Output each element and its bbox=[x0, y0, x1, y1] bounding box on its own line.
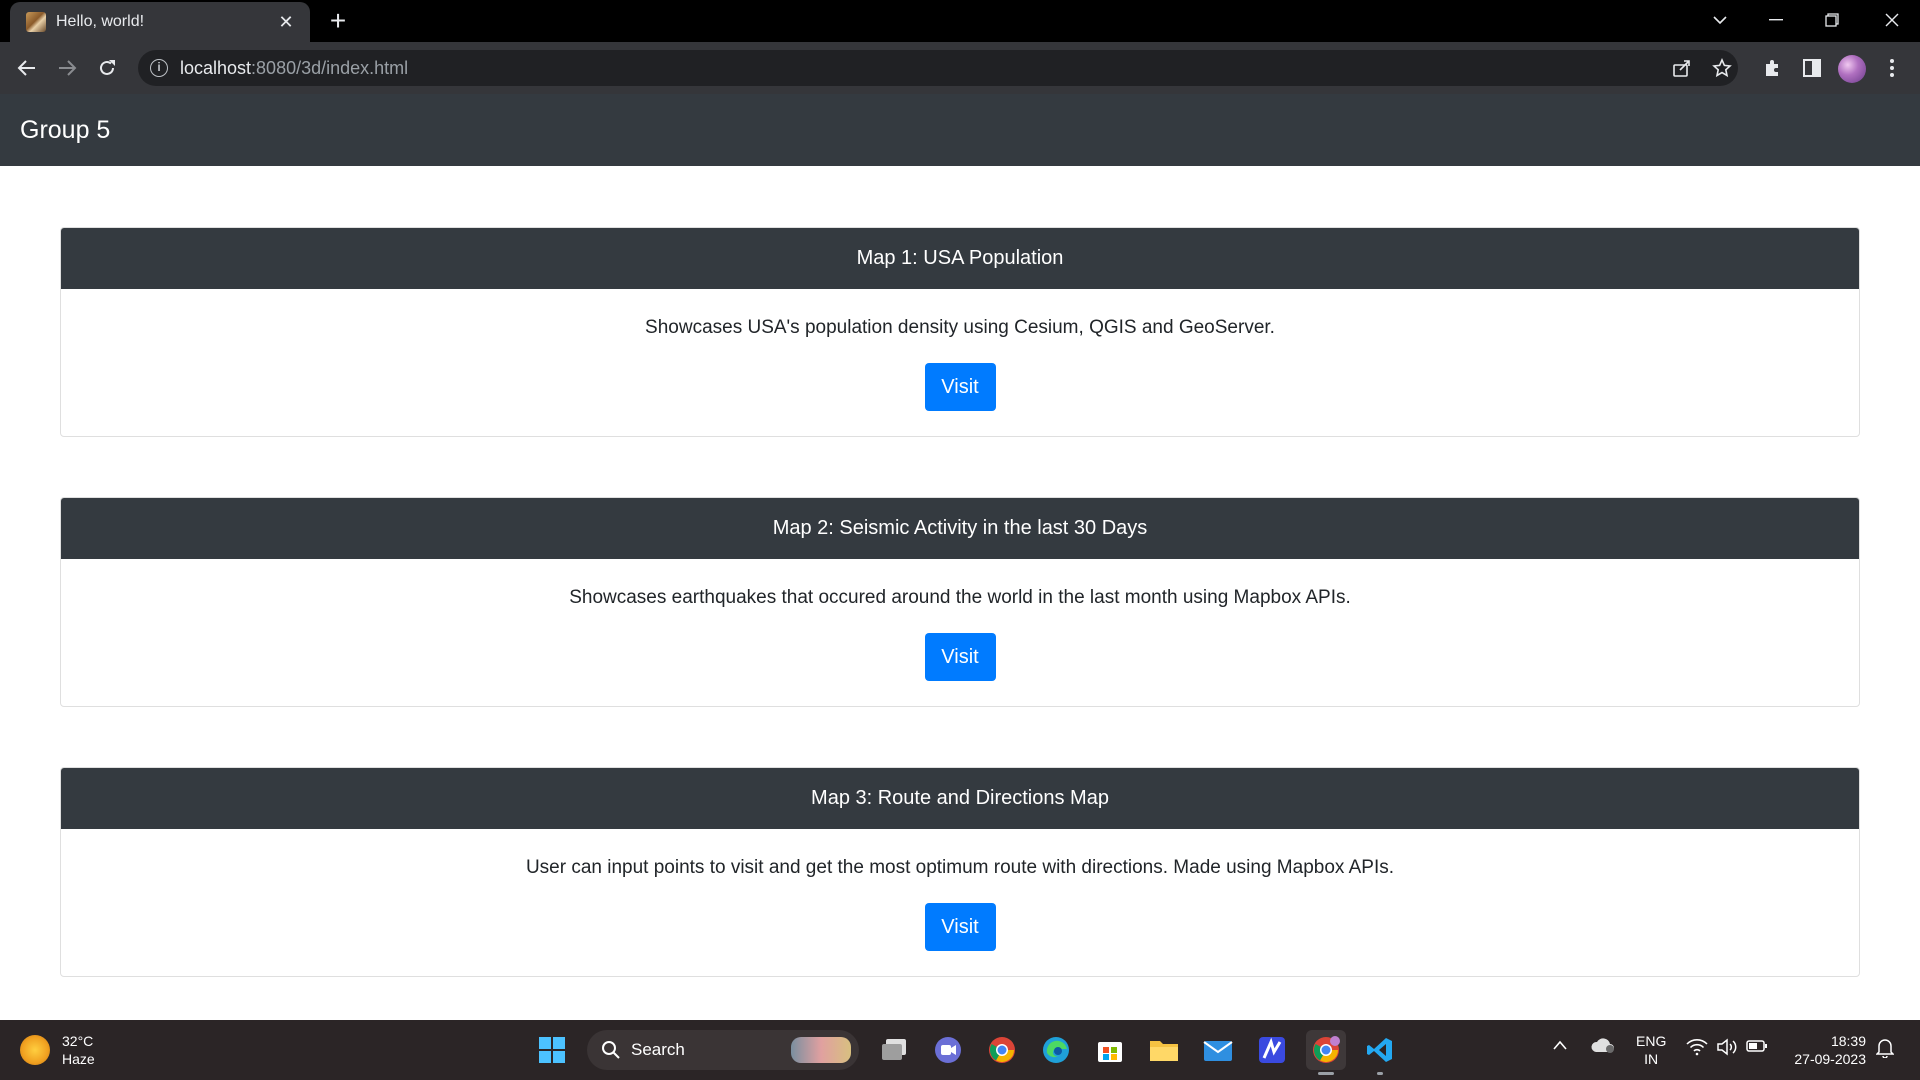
vscode-icon[interactable] bbox=[1360, 1030, 1400, 1075]
language-indicator[interactable]: ENG IN bbox=[1636, 1032, 1666, 1068]
visit-button-map-2[interactable]: Visit bbox=[924, 633, 996, 681]
url-host: localhost bbox=[180, 57, 252, 78]
card-description: User can input points to visit and get t… bbox=[525, 857, 1395, 878]
card-title: Map 3: Route and Directions Map bbox=[61, 768, 1859, 829]
menu-kebab-icon[interactable] bbox=[1876, 52, 1908, 84]
restore-button[interactable] bbox=[1804, 0, 1860, 40]
powerautomate-app-icon[interactable] bbox=[1252, 1030, 1292, 1070]
search-highlight-image bbox=[791, 1037, 851, 1063]
onedrive-cloud-icon[interactable] bbox=[1590, 1036, 1616, 1057]
visit-button-map-1[interactable]: Visit bbox=[924, 363, 996, 411]
clock-date: 27-09-2023 bbox=[1794, 1051, 1866, 1067]
task-view-icon[interactable] bbox=[874, 1030, 914, 1070]
browser-toolbar: i localhost:8080/3d/index.html bbox=[0, 42, 1920, 94]
map-card-2: Map 2: Seismic Activity in the last 30 D… bbox=[60, 497, 1860, 707]
url-path: :8080/3d/index.html bbox=[251, 57, 409, 78]
weather-haze-icon bbox=[20, 1035, 50, 1065]
taskbar-pinned-apps: Search bbox=[525, 1026, 1407, 1075]
weather-description: Haze bbox=[62, 1051, 95, 1067]
card-title: Map 1: USA Population bbox=[61, 228, 1859, 289]
search-label: Search bbox=[631, 1040, 685, 1059]
share-icon[interactable] bbox=[1666, 52, 1698, 84]
region-code: IN bbox=[1644, 1051, 1659, 1067]
running-indicator bbox=[1377, 1072, 1383, 1075]
show-hidden-icons-chevron-icon[interactable] bbox=[1552, 1038, 1568, 1054]
bookmark-star-icon[interactable] bbox=[1706, 52, 1738, 84]
navbar-brand[interactable]: Group 5 bbox=[20, 116, 110, 145]
mail-icon[interactable] bbox=[1198, 1030, 1238, 1070]
card-title: Map 2: Seismic Activity in the last 30 D… bbox=[61, 498, 1859, 559]
chrome-icon[interactable] bbox=[982, 1030, 1022, 1070]
close-window-button[interactable] bbox=[1864, 0, 1920, 40]
weather-widget[interactable]: 32°C Haze bbox=[20, 1032, 95, 1068]
wifi-icon[interactable] bbox=[1686, 1038, 1708, 1059]
side-panel-icon[interactable] bbox=[1796, 52, 1828, 84]
card-description: Showcases earthquakes that occured aroun… bbox=[569, 587, 1351, 608]
reload-button[interactable] bbox=[91, 52, 123, 84]
minimize-button[interactable] bbox=[1748, 0, 1804, 40]
forward-button[interactable] bbox=[51, 52, 83, 84]
map-card-1: Map 1: USA Population Showcases USA's po… bbox=[60, 227, 1860, 437]
new-tab-button[interactable]: + bbox=[322, 6, 354, 38]
language-code: ENG bbox=[1636, 1033, 1667, 1049]
map-card-3: Map 3: Route and Directions Map User can… bbox=[60, 767, 1860, 977]
microsoft-store-icon[interactable] bbox=[1090, 1030, 1130, 1070]
site-info-icon[interactable]: i bbox=[150, 59, 168, 77]
card-body: Showcases USA's population density using… bbox=[61, 289, 1859, 436]
teams-chat-icon[interactable] bbox=[928, 1030, 968, 1070]
start-windows-icon[interactable] bbox=[532, 1030, 572, 1070]
card-body: Showcases earthquakes that occured aroun… bbox=[61, 559, 1859, 706]
clock-time: 18:39 bbox=[1830, 1033, 1866, 1049]
tab-favicon-icon bbox=[26, 12, 46, 32]
volume-icon[interactable] bbox=[1716, 1038, 1738, 1059]
card-description: Showcases USA's population density using… bbox=[645, 317, 1275, 338]
active-indicator bbox=[1318, 1072, 1334, 1075]
notifications-bell-icon[interactable] bbox=[1875, 1038, 1895, 1061]
back-button[interactable] bbox=[11, 52, 43, 84]
page-navbar: Group 5 bbox=[0, 94, 1920, 166]
tab-close-icon[interactable]: ✕ bbox=[274, 12, 298, 33]
extensions-puzzle-icon[interactable] bbox=[1756, 52, 1788, 84]
taskbar-search-box[interactable]: Search bbox=[587, 1030, 859, 1070]
visit-button-map-3[interactable]: Visit bbox=[924, 903, 996, 951]
file-explorer-icon[interactable] bbox=[1144, 1030, 1184, 1070]
edge-icon[interactable] bbox=[1036, 1030, 1076, 1070]
chrome-profile-icon[interactable] bbox=[1306, 1030, 1346, 1075]
os-taskbar: 32°C Haze Search ENG IN 18:39 27-09-2023 bbox=[0, 1020, 1920, 1080]
card-body: User can input points to visit and get t… bbox=[61, 829, 1859, 976]
battery-icon[interactable] bbox=[1746, 1039, 1768, 1056]
address-bar[interactable]: i localhost:8080/3d/index.html bbox=[138, 50, 1738, 86]
weather-temperature: 32°C bbox=[62, 1033, 94, 1049]
tab-title: Hello, world! bbox=[56, 13, 145, 30]
browser-tab-strip: Hello, world! ✕ + bbox=[0, 0, 1920, 42]
profile-avatar[interactable] bbox=[1838, 55, 1866, 83]
browser-tab[interactable]: Hello, world! ✕ bbox=[10, 2, 310, 42]
search-icon bbox=[602, 1041, 620, 1059]
tab-search-chevron-icon[interactable] bbox=[1692, 0, 1748, 40]
clock[interactable]: 18:39 27-09-2023 bbox=[1786, 1032, 1866, 1068]
